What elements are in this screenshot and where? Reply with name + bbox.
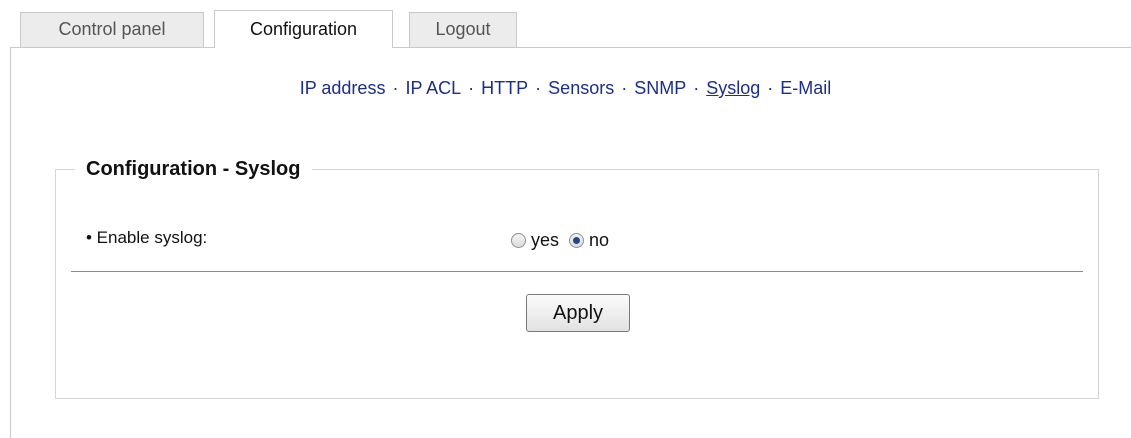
subnav-http[interactable]: HTTP	[481, 78, 528, 98]
tab-configuration[interactable]: Configuration	[214, 10, 393, 48]
tab-bar: Control panel Configuration Logout	[0, 0, 1131, 48]
tab-logout[interactable]: Logout	[409, 12, 517, 47]
subnav-separator: ·	[767, 78, 774, 98]
radio-no[interactable]	[569, 233, 585, 248]
apply-button[interactable]: Apply	[526, 294, 630, 332]
enable-syslog-label: • Enable syslog:	[86, 228, 208, 247]
subnav-sensors[interactable]: Sensors	[548, 78, 614, 98]
enable-syslog-radio-group: yes no	[511, 230, 619, 251]
subnav-separator: ·	[392, 78, 399, 98]
content-left-border	[10, 47, 11, 438]
subnav-ip-acl[interactable]: IP ACL	[405, 78, 461, 98]
sub-navigation: IP address · IP ACL · HTTP · Sensors · SNMP · Sysl…	[0, 78, 1131, 99]
page: Control panel Configuration Logout IP ad…	[0, 0, 1131, 438]
syslog-config-panel: Configuration - Syslog • Enable syslog: …	[55, 155, 1099, 399]
subnav-snmp[interactable]: SNMP	[634, 78, 686, 98]
section-title: Configuration - Syslog	[75, 155, 313, 183]
subnav-email[interactable]: E-Mail	[780, 78, 831, 98]
subnav-separator: ·	[535, 78, 542, 98]
subnav-syslog[interactable]: Syslog	[706, 78, 760, 98]
radio-yes[interactable]	[511, 233, 526, 248]
tab-control-panel[interactable]: Control panel	[20, 12, 204, 47]
subnav-separator: ·	[693, 78, 700, 98]
subnav-ip-address[interactable]: IP address	[300, 78, 386, 98]
subnav-separator: ·	[621, 78, 628, 98]
radio-yes-label[interactable]: yes	[531, 230, 559, 251]
divider	[71, 271, 1083, 272]
subnav-separator: ·	[468, 78, 475, 98]
radio-no-label[interactable]: no	[589, 230, 609, 251]
tab-baseline	[10, 47, 1131, 48]
